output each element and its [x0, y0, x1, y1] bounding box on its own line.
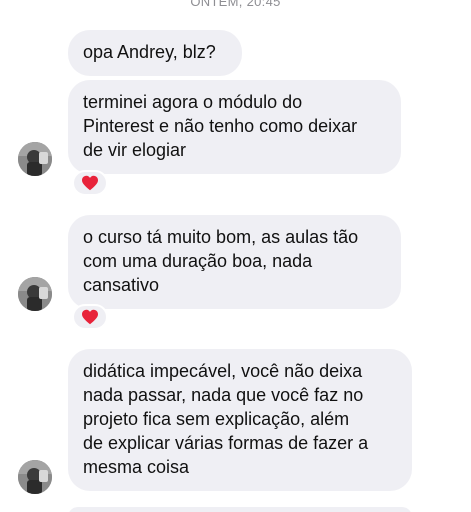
message-text-line: com uma duração boa, nada: [83, 251, 313, 271]
message-text-line: projeto fica sem explicação, além: [83, 409, 350, 429]
message-text-line: terminei agora o módulo do: [83, 92, 303, 112]
message-text-line: opa Andrey, blz?: [83, 42, 216, 62]
message-bubble[interactable]: o curso tá muito bom, as aulas tão com u…: [68, 215, 401, 309]
profile-photo-icon: [18, 460, 52, 494]
message-text-line: didática impecável, você não deixa: [83, 361, 363, 381]
profile-photo-icon: [18, 277, 52, 311]
avatar[interactable]: [18, 460, 52, 494]
message-bubble[interactable]: didática impecável, você não deixa nada …: [68, 349, 412, 491]
message-text-line: cansativo: [83, 275, 160, 295]
heart-icon: [82, 309, 98, 325]
reaction-badge[interactable]: [72, 304, 108, 330]
message-bubble[interactable]: terminei agora o módulo do Pinterest e n…: [68, 80, 401, 174]
message-text-line: o curso tá muito bom, as aulas tão: [83, 227, 359, 247]
message-text-line: nada passar, nada que você faz no: [83, 385, 364, 405]
avatar[interactable]: [18, 277, 52, 311]
message-text-line: mesma coisa: [83, 457, 190, 477]
message-text-line: Pinterest e não tenho como deixar: [83, 116, 358, 136]
message-bubble-partial[interactable]: [68, 507, 412, 512]
avatar[interactable]: [18, 142, 52, 176]
message-text-line: de vir elogiar: [83, 140, 187, 160]
chat-thread: ONTEM, 20:45 opa Andrey, blz? terminei a…: [0, 0, 471, 512]
heart-icon: [82, 175, 98, 191]
profile-photo-icon: [18, 142, 52, 176]
reaction-badge[interactable]: [72, 170, 108, 196]
message-bubble[interactable]: opa Andrey, blz?: [68, 30, 242, 76]
message-text-line: de explicar várias formas de fazer a: [83, 433, 369, 453]
message-timestamp: ONTEM, 20:45: [190, 0, 281, 9]
